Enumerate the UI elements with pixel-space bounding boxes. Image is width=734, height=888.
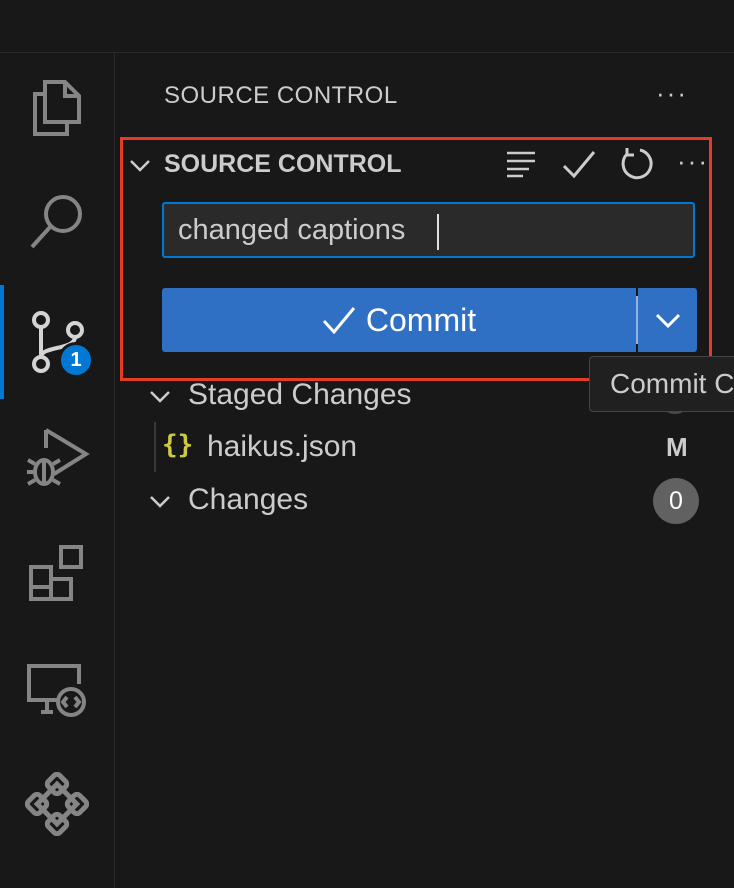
changes-count-badge: 0 (653, 478, 699, 524)
source-control-badge: 1 (58, 342, 94, 378)
sidebar-more-icon[interactable]: ··· (656, 78, 688, 109)
highlight-box (120, 137, 712, 381)
source-control-icon[interactable] (0, 285, 114, 399)
staged-changes-label[interactable]: Staged Changes (188, 378, 412, 412)
file-status-badge: M (666, 432, 688, 462)
staged-file-name[interactable]: haikus.json (207, 430, 357, 464)
changes-label[interactable]: Changes (188, 483, 308, 517)
extensions-icon[interactable] (0, 523, 114, 623)
explorer-icon[interactable] (0, 58, 114, 158)
search-icon[interactable] (0, 172, 114, 272)
changes-chevron-down-icon[interactable] (148, 490, 172, 514)
remote-explorer-icon[interactable] (0, 640, 114, 740)
diamond-grid-icon[interactable] (0, 754, 114, 854)
json-icon: {} (162, 430, 194, 460)
tree-indent-guide (154, 422, 156, 472)
title-bar (0, 0, 734, 53)
staged-chevron-down-icon[interactable] (148, 385, 172, 409)
sidebar-title: SOURCE CONTROL (164, 82, 398, 109)
commit-tooltip: Commit C (589, 356, 734, 412)
run-debug-icon[interactable] (0, 407, 114, 507)
